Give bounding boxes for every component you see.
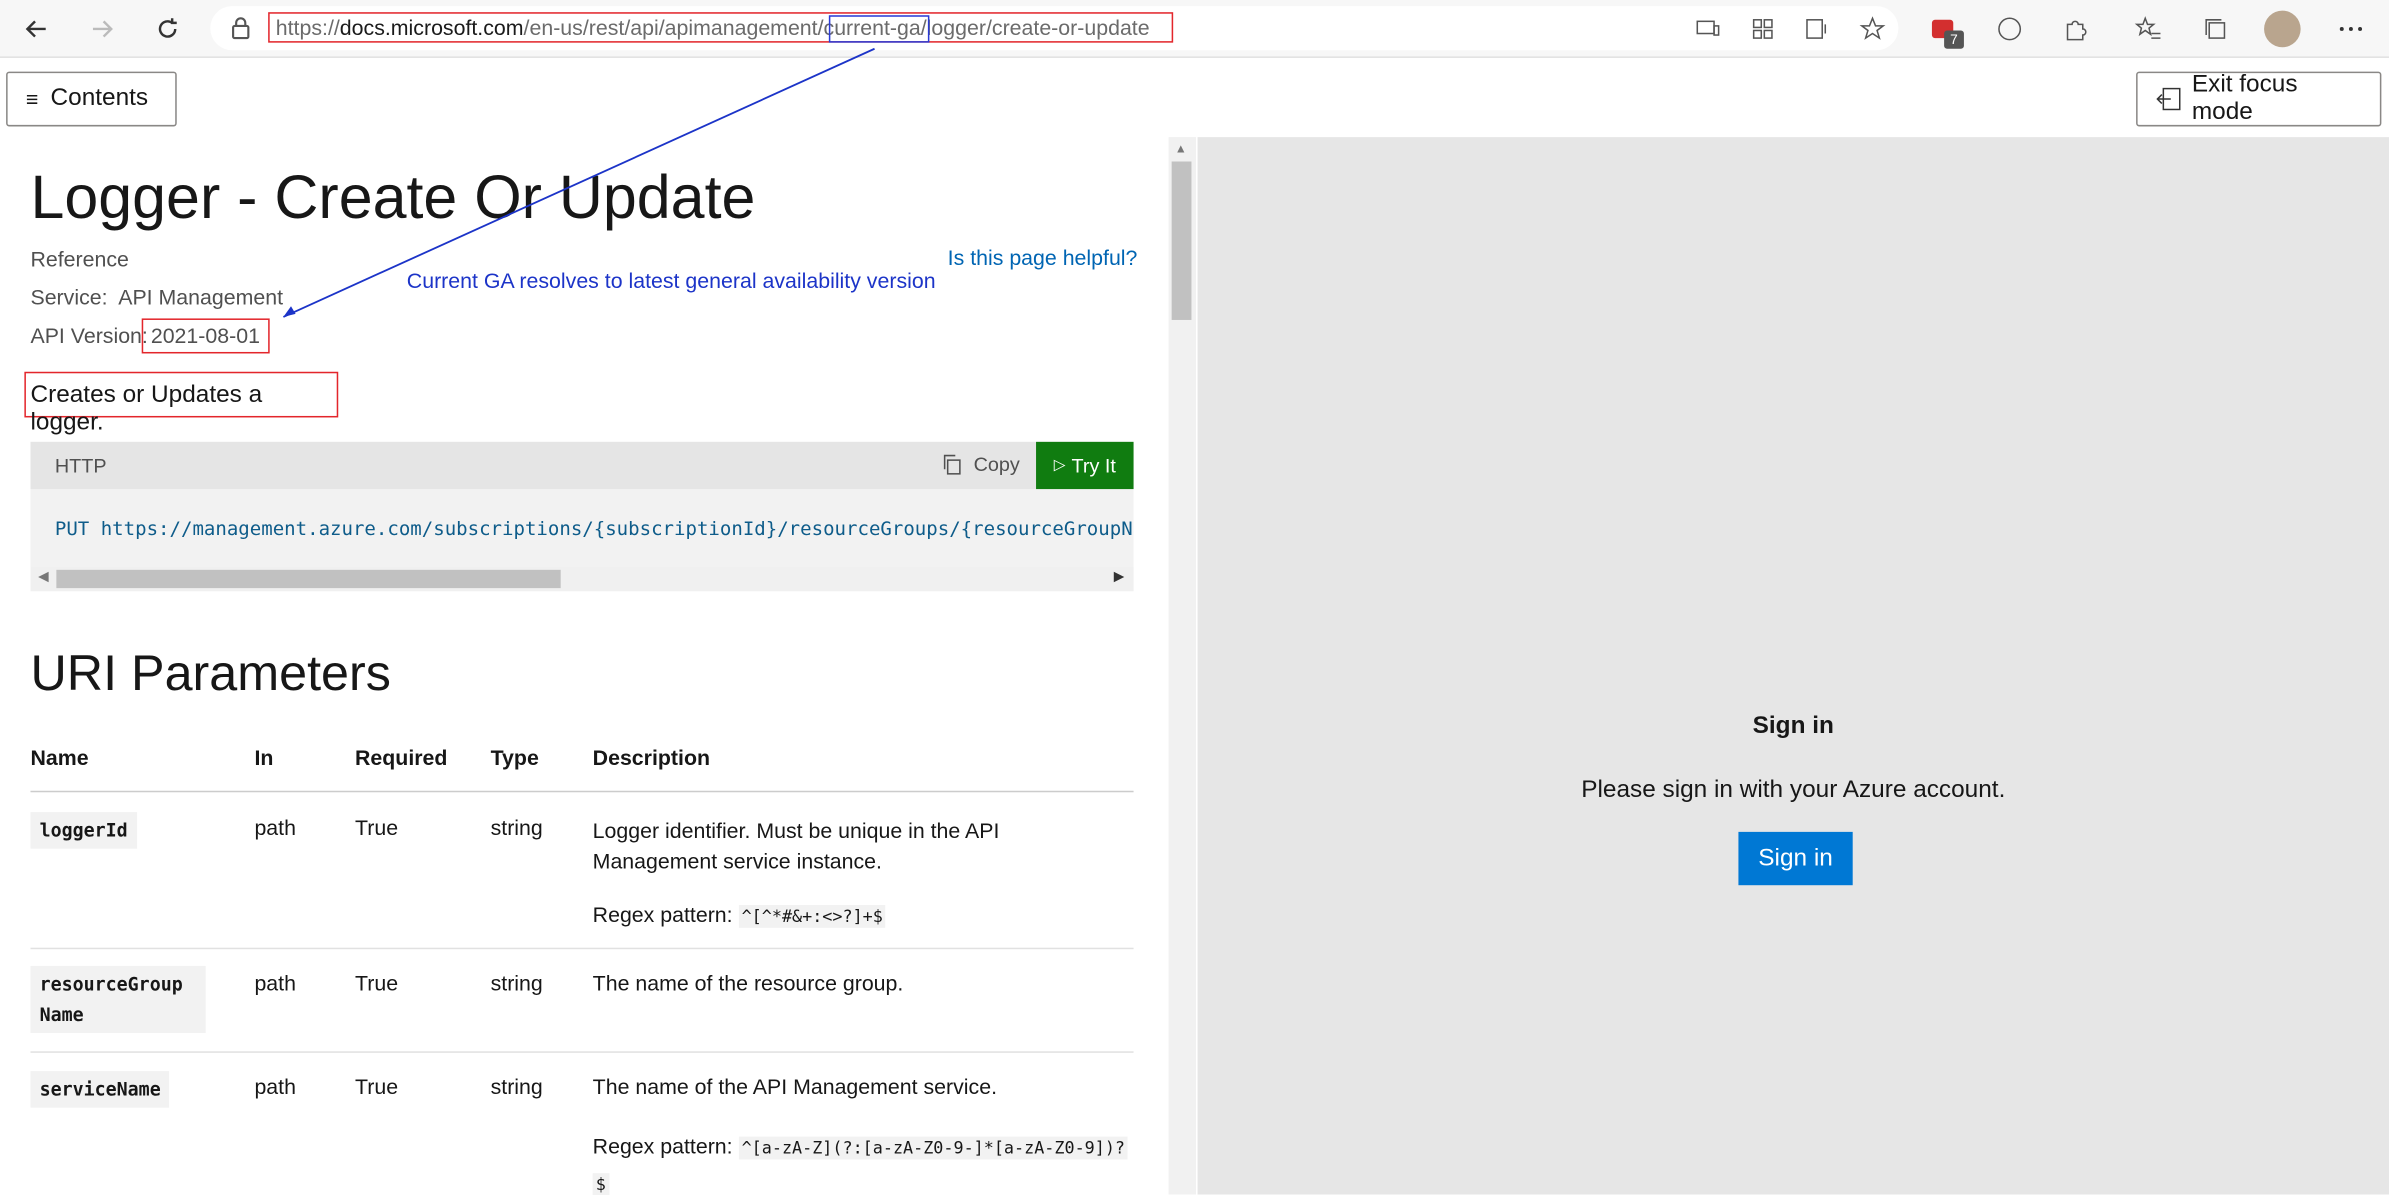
read-aloud-icon[interactable] [1799, 11, 1836, 48]
copy-icon [943, 454, 961, 474]
lock-icon[interactable] [222, 9, 259, 46]
uri-heading: URI Parameters [30, 644, 391, 701]
request-line: PUT https://management.azure.com/subscri… [54, 516, 1134, 540]
param-name-line: Name [39, 1004, 84, 1026]
url-rest: /logger/create-or-update [920, 15, 1150, 40]
play-icon: ▷ [1053, 457, 1066, 474]
description: Creates or Updates a logger. [24, 371, 339, 436]
helpful-link[interactable]: Is this page helpful? [948, 245, 1138, 269]
param-required: True [354, 970, 399, 995]
param-name: serviceName [30, 1071, 170, 1108]
param-required: True [354, 815, 399, 840]
url-path: /en-us/rest/api/apimanagement/ [523, 15, 824, 40]
device-icon[interactable] [1690, 11, 1727, 48]
contents-button[interactable]: ≡ Contents [6, 71, 177, 127]
regex-info: Regex pattern: ^[a-zA-Z](?:[a-zA-Z0-9-]*… [592, 1129, 1129, 1195]
back-icon[interactable] [18, 11, 55, 48]
col-description: Description [592, 745, 711, 770]
param-type: string [490, 970, 543, 995]
param-in: path [254, 970, 296, 995]
add-favorite-icon[interactable] [1854, 11, 1891, 48]
menu-icon: ≡ [25, 86, 39, 112]
scroll-up-icon[interactable]: ▲ [1175, 142, 1187, 156]
regex-label: Regex pattern: [592, 1133, 733, 1158]
favorites-icon[interactable] [2130, 11, 2167, 48]
param-name: loggerId [30, 812, 137, 849]
signin-title: Sign in [1752, 713, 1834, 739]
scroll-right-icon[interactable]: ▶ [1114, 568, 1125, 585]
refresh-icon[interactable] [149, 11, 186, 48]
desc-line: Logger identifier. Must be unique in the… [592, 818, 1000, 843]
param-name-line: resourceGroup [39, 973, 183, 995]
param-name: resourceGroup Name [30, 965, 206, 1034]
extension-badge: 7 [1944, 30, 1964, 49]
api-version-info: API Version: [30, 323, 147, 347]
copy-button[interactable]: Copy [942, 452, 1020, 476]
regex-label: Regex pattern: [592, 901, 733, 927]
url-host: docs.microsoft.com [339, 15, 524, 40]
more-icon[interactable] [2333, 11, 2370, 48]
reference-label: Reference [30, 246, 129, 272]
col-in: In [254, 745, 274, 770]
contents-label: Contents [50, 85, 149, 112]
code-lang: HTTP [54, 454, 107, 477]
service-label: Service: [30, 284, 108, 310]
param-in: path [254, 815, 296, 840]
param-desc: The name of the resource group. [592, 970, 904, 995]
extensions-puzzle-icon[interactable] [2057, 11, 2094, 48]
try-it-button[interactable]: ▷ Try It [1036, 441, 1134, 490]
col-type: Type [490, 745, 539, 770]
ga-highlight-box [828, 15, 930, 43]
regex-value: ^[a-zA-Z](?:[a-zA-Z0-9-]*[a-zA-Z0-9])? [738, 1136, 1129, 1160]
param-type: string [490, 1074, 543, 1099]
code-scrollbar[interactable]: ◀ ▶ [30, 566, 1134, 592]
regex-info: Regex pattern: ^[^*#&+:<>?]+$ [592, 901, 886, 928]
param-required: True [354, 1074, 399, 1099]
code-block: HTTP Copy ▷ Try It PUT https://management… [30, 441, 1134, 592]
header-divider [30, 790, 1134, 793]
service-info: Service: API Management [30, 285, 283, 309]
try-it-label: Try It [1071, 454, 1116, 477]
signin-message: Please sign in with your Azure account. [1581, 777, 2006, 803]
api-version-value: 2021-08-01 [141, 318, 270, 354]
col-name: Name [30, 745, 89, 770]
param-desc: Logger identifier. Must be unique in the… [593, 815, 1000, 876]
param-type: string [490, 815, 543, 840]
page-title: Logger - Create Or Update [30, 164, 756, 232]
param-desc: The name of the API Management service. [592, 1074, 998, 1099]
extension-circle-icon[interactable] [1991, 11, 2028, 48]
code-header: HTTP Copy ▷ Try It [30, 441, 1134, 490]
exit-focus-label: Exit focus mode [2191, 71, 2298, 125]
url-prefix: https:// [275, 15, 340, 40]
annotation-text: Current GA resolves to latest general av… [406, 268, 936, 293]
api-version-label: API Version: [30, 323, 148, 348]
copy-label: Copy [973, 452, 1020, 476]
regex-value-cont: $ [592, 1173, 609, 1195]
exit-focus-icon [2156, 87, 2181, 111]
url-text[interactable]: https://docs.microsoft.com/en-us/rest/ap… [268, 12, 1174, 43]
forward-icon[interactable] [84, 11, 121, 48]
col-required: Required [354, 745, 448, 770]
page-scroll-thumb[interactable] [1171, 161, 1192, 320]
signin-panel: Sign in Please sign in with your Azure a… [1197, 137, 2389, 1195]
desc-line: Management service instance. [592, 848, 882, 874]
param-in: path [254, 1074, 296, 1099]
scroll-left-icon[interactable]: ◀ [38, 568, 49, 585]
avatar[interactable] [2264, 10, 2301, 48]
row-divider [30, 1051, 1134, 1053]
row-divider [30, 947, 1134, 950]
exit-focus-button[interactable]: Exit focus mode [2136, 71, 2382, 127]
service-value: API Management [118, 284, 284, 310]
apps-icon[interactable] [1745, 11, 1782, 48]
collections-icon[interactable] [2197, 11, 2234, 48]
signin-button[interactable]: Sign in [1738, 831, 1853, 886]
regex-value: ^[^*#&+:<>?]+$ [738, 905, 886, 928]
browser-toolbar: https://docs.microsoft.com/en-us/rest/ap… [0, 0, 2389, 58]
code-scroll-thumb[interactable] [56, 569, 561, 589]
